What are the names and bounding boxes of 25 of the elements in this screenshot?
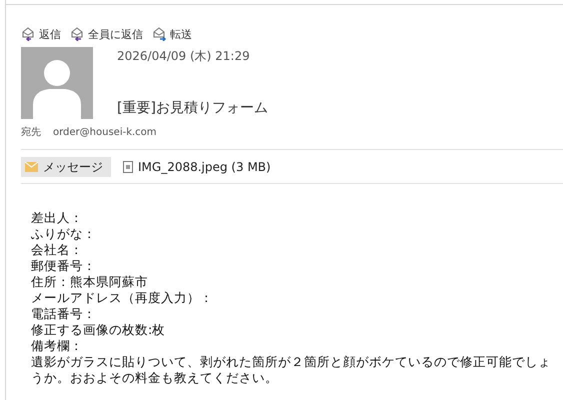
body-text: 備考欄： (31, 338, 84, 354)
envelope-icon (153, 27, 167, 41)
message-tab[interactable]: メッセージ (21, 157, 111, 177)
envelope-icon (22, 27, 36, 41)
recipient-address: order@housei-k.com (53, 126, 157, 138)
avatar-icon (21, 47, 93, 119)
attachment-tab[interactable]: IMG_2088.jpeg (3 MB) (119, 157, 279, 177)
toolbar-button[interactable]: 転送 (153, 25, 192, 43)
toolbar-button[interactable]: 返信 (22, 25, 61, 43)
body-text: 電話番号： (31, 306, 97, 322)
sent-date: 2026/04/09 (木) 21:29 (117, 48, 251, 65)
to-label: 宛先 (21, 126, 41, 139)
toolbar-button[interactable]: 全員に返信 (71, 25, 143, 43)
body-text: 郵便番号： (31, 258, 97, 274)
body-text: 会社名： (31, 242, 84, 258)
body-text: メールアドレス（再度入力）： (31, 290, 214, 306)
body-text: 住所：熊本県阿蘇市 (31, 274, 149, 290)
file-icon (123, 161, 133, 173)
subject: [重要]お見積りフォーム (117, 99, 268, 117)
body-text: ふりがな： (31, 226, 97, 242)
body-text: 差出人： (31, 210, 84, 226)
body-text: 修正する画像の枚数:枚 (31, 322, 166, 338)
envelope-icon (71, 27, 85, 41)
body-text: 遺影がガラスに貼りついて、剥がれた箇所が２箇所と顔がボケているので修正可能でしょうか。おおよその料金も教えてください。 (31, 354, 552, 386)
envelope-icon (25, 162, 38, 172)
